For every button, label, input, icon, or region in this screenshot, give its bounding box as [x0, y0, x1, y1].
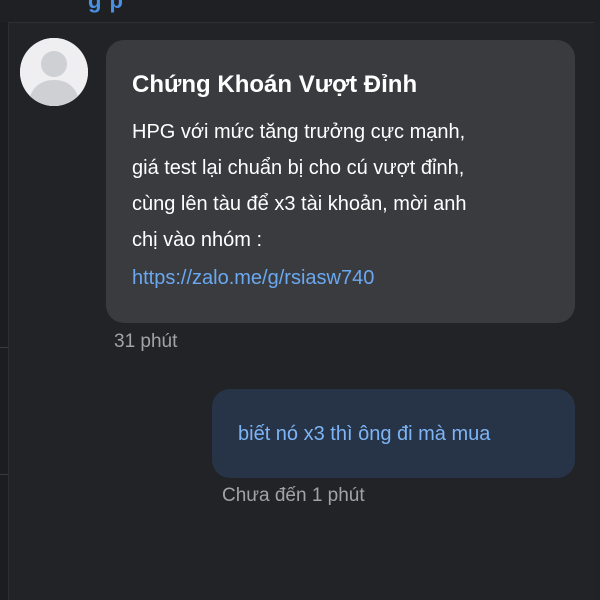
incoming-timestamp: 31 phút	[114, 331, 178, 352]
rail-divider	[0, 347, 8, 348]
message-text-line: cùng lên tàu để x3 tài khoản, mời anh	[132, 193, 467, 215]
message-text-line: chị vào nhóm :	[132, 229, 263, 251]
incoming-message-bubble[interactable]: Chứng Khoán Vượt Đỉnh HPG với mức tăng t…	[106, 40, 575, 323]
left-rail	[0, 22, 9, 600]
header-title-fragment: g p	[88, 0, 124, 13]
default-user-icon	[20, 38, 88, 106]
chat-window: g p Chứng Khoán Vượt Đỉnh HPG với mức tă…	[0, 0, 600, 600]
rail-divider	[0, 474, 8, 475]
outgoing-message-bubble[interactable]: biết nó x3 thì ông đi mà mua	[212, 389, 575, 478]
message-text-line: giá test lại chuẩn bị cho cú vượt đỉnh,	[132, 157, 465, 179]
sender-avatar[interactable]	[20, 38, 88, 106]
outgoing-timestamp: Chưa đến 1 phút	[222, 485, 365, 506]
sender-name[interactable]: Chứng Khoán Vượt Đỉnh	[132, 70, 549, 100]
message-text-line: HPG với mức tăng trưởng cực mạnh,	[132, 121, 466, 143]
group-invite-link[interactable]: https://zalo.me/g/rsiasw740	[132, 260, 549, 296]
outgoing-message-text: biết nó x3 thì ông đi mà mua	[238, 423, 491, 445]
right-edge	[594, 22, 600, 600]
top-bar: g p	[0, 0, 600, 23]
